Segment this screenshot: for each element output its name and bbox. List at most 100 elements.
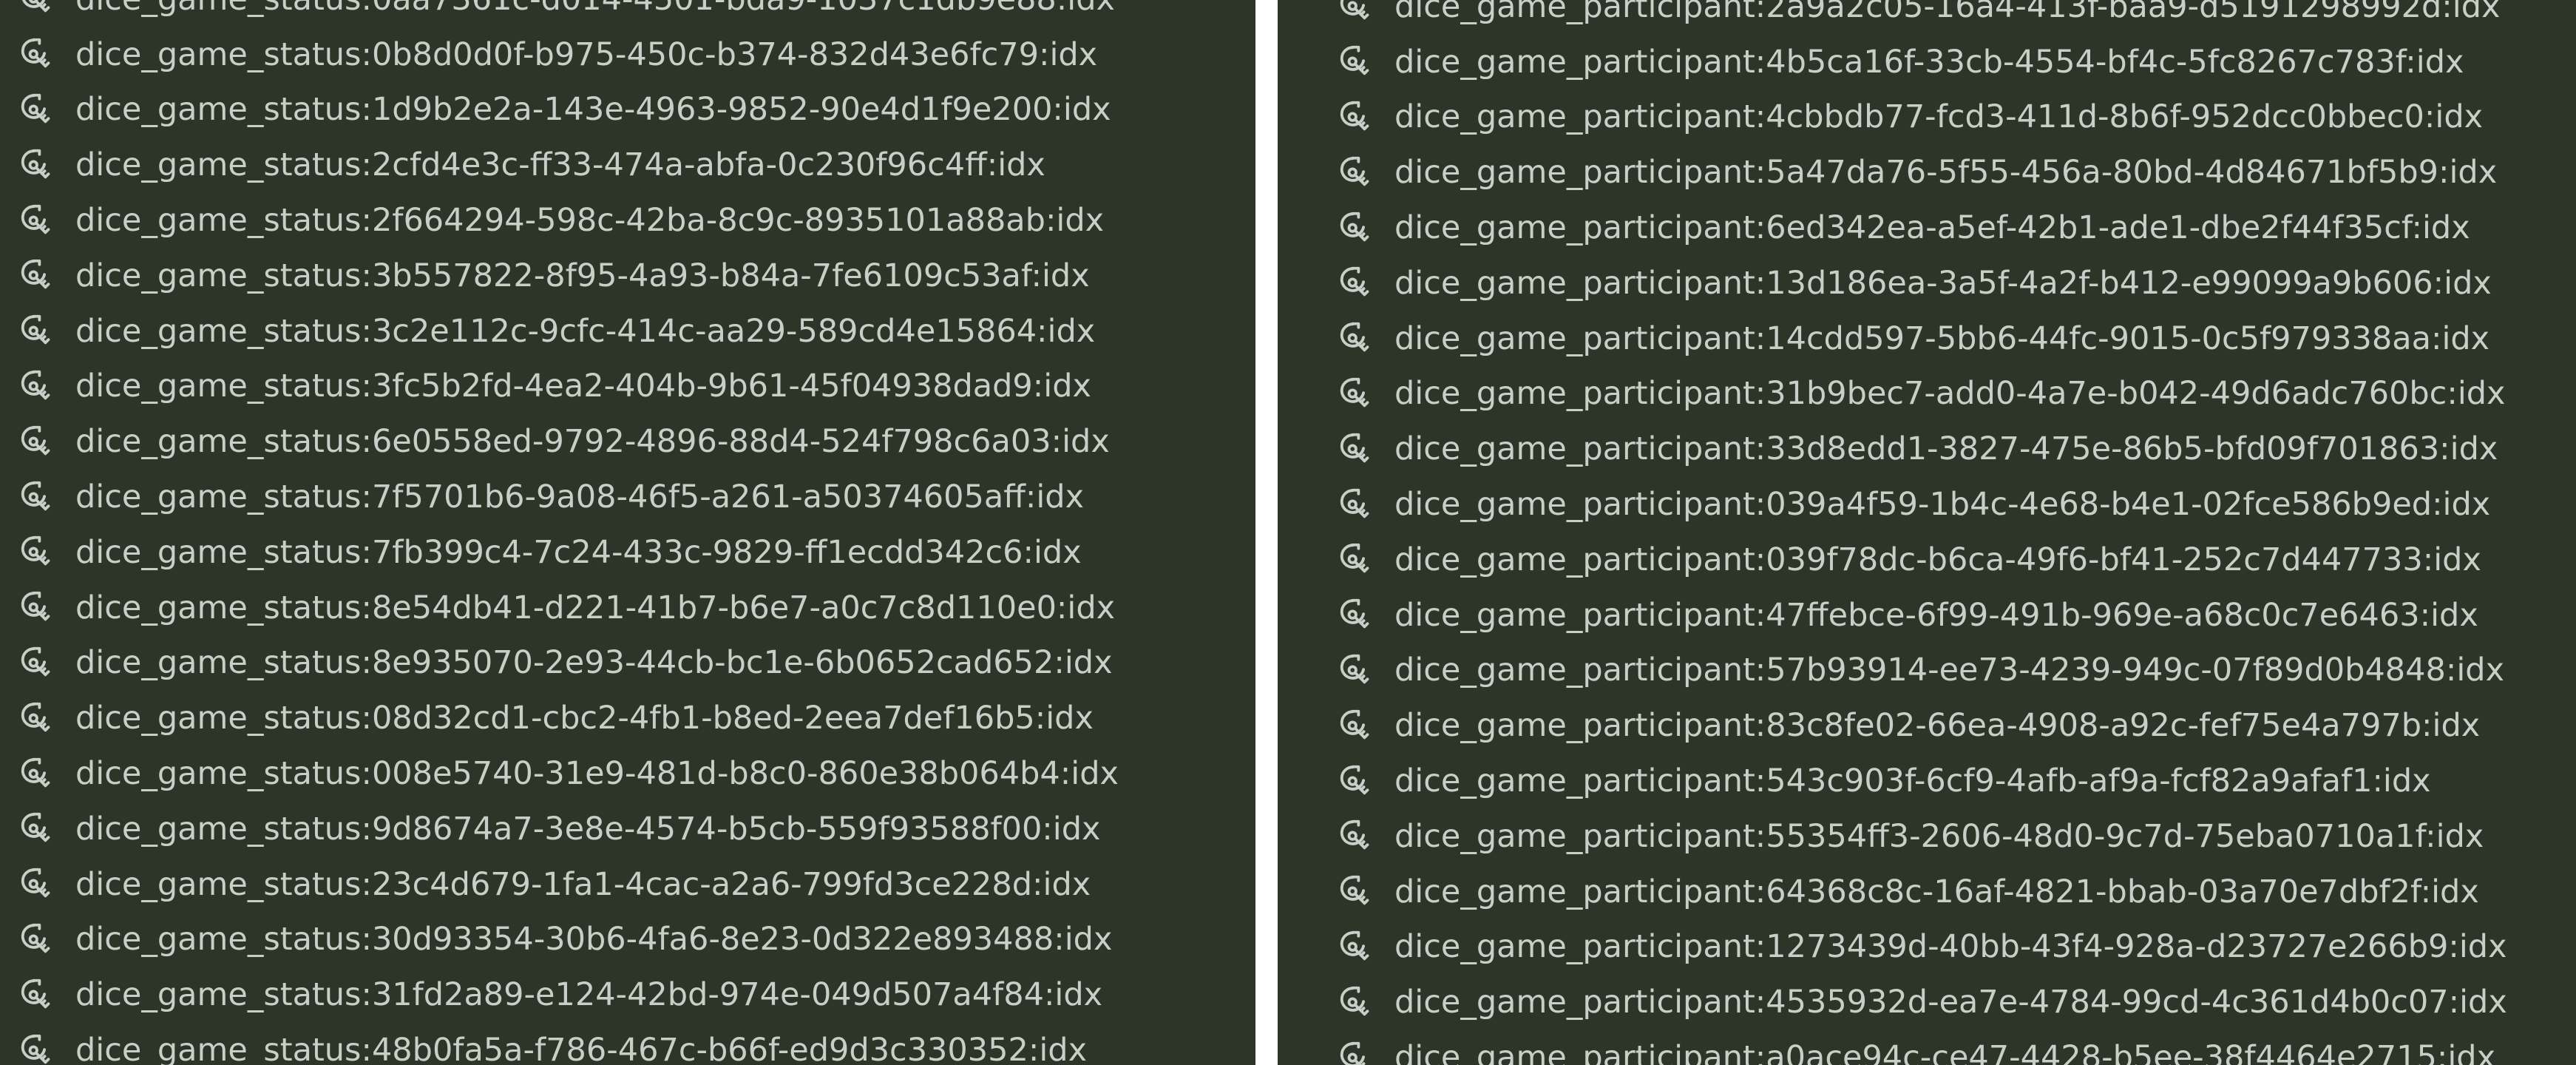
list-item[interactable]: dice_game_participant:57b93914-ee73-4239… <box>1278 643 2576 699</box>
key-icon <box>1337 373 1378 415</box>
key-name: dice_game_status:2f664294-598c-42ba-8c9c… <box>75 202 1105 240</box>
key-name: dice_game_participant:33d8edd1-3827-475e… <box>1394 430 2498 468</box>
key-name: dice_game_participant:1273439d-40bb-43f4… <box>1394 928 2507 966</box>
key-icon <box>18 34 59 75</box>
key-name: dice_game_participant:543c903f-6cf9-4afb… <box>1394 763 2431 800</box>
key-name: dice_game_participant:4b5ca16f-33cb-4554… <box>1394 43 2464 81</box>
key-name: dice_game_status:0aa7361c-d014-4501-bda9… <box>75 0 1115 16</box>
key-icon <box>18 255 59 297</box>
list-item[interactable]: dice_game_status:08d32cd1-cbc2-4fb1-b8ed… <box>0 691 1255 746</box>
list-item[interactable]: dice_game_status:48b0fa5a-f786-467c-b66f… <box>0 1023 1255 1065</box>
left-key-list-panel[interactable]: dice_game_status:0aa7361c-d014-4501-bda9… <box>0 0 1255 1065</box>
key-name: dice_game_status:3b557822-8f95-4a93-b84a… <box>75 257 1090 294</box>
key-name: dice_game_participant:4cbbdb77-fcd3-411d… <box>1394 98 2484 136</box>
key-icon <box>1337 263 1378 304</box>
list-item[interactable]: dice_game_status:3c2e112c-9cfc-414c-aa29… <box>0 304 1255 359</box>
key-icon <box>1337 816 1378 857</box>
list-item[interactable]: dice_game_status:7fb399c4-7c24-433c-9829… <box>0 525 1255 581</box>
key-icon <box>18 919 59 961</box>
key-icon <box>1337 152 1378 194</box>
list-item[interactable]: dice_game_participant:039a4f59-1b4c-4e68… <box>1278 477 2576 532</box>
list-item[interactable]: dice_game_participant:2a9a2c05-16a4-413f… <box>1278 0 2576 35</box>
key-name: dice_game_participant:a0ace94c-ce47-4428… <box>1394 1039 2496 1065</box>
key-icon <box>18 532 59 573</box>
list-item[interactable]: dice_game_participant:1273439d-40bb-43f4… <box>1278 920 2576 976</box>
key-icon <box>18 864 59 905</box>
key-icon <box>1337 650 1378 692</box>
list-item[interactable]: dice_game_status:3b557822-8f95-4a93-b84a… <box>0 248 1255 304</box>
key-icon <box>18 89 59 131</box>
list-item[interactable]: dice_game_status:0b8d0d0f-b975-450c-b374… <box>0 27 1255 83</box>
key-icon <box>18 145 59 186</box>
key-name: dice_game_participant:64368c8c-16af-4821… <box>1394 873 2479 910</box>
key-icon <box>1337 484 1378 526</box>
list-item[interactable]: dice_game_status:7f5701b6-9a08-46f5-a261… <box>0 470 1255 525</box>
list-item[interactable]: dice_game_participant:13d186ea-3a5f-4a2f… <box>1278 256 2576 311</box>
list-item[interactable]: dice_game_participant:a0ace94c-ce47-4428… <box>1278 1030 2576 1065</box>
key-icon <box>18 366 59 408</box>
list-item[interactable]: dice_game_participant:4cbbdb77-fcd3-411d… <box>1278 90 2576 146</box>
list-item[interactable]: dice_game_status:2cfd4e3c-ff33-474a-abfa… <box>0 138 1255 193</box>
key-icon <box>18 975 59 1016</box>
key-name: dice_game_participant:55354ff3-2606-48d0… <box>1394 817 2484 855</box>
key-name: dice_game_participant:47ffebce-6f99-491b… <box>1394 596 2478 634</box>
right-key-list-panel[interactable]: dice_game_participant:2a9a2c05-16a4-413f… <box>1278 0 2576 1065</box>
list-item[interactable]: dice_game_participant:039f78dc-b6ca-49f6… <box>1278 532 2576 588</box>
key-name: dice_game_participant:039f78dc-b6ca-49f6… <box>1394 541 2481 578</box>
key-name: dice_game_status:6e0558ed-9792-4896-88d4… <box>75 423 1110 461</box>
key-name: dice_game_status:3c2e112c-9cfc-414c-aa29… <box>75 312 1096 350</box>
key-icon <box>1337 595 1378 636</box>
list-item[interactable]: dice_game_participant:33d8edd1-3827-475e… <box>1278 422 2576 477</box>
key-name: dice_game_status:2cfd4e3c-ff33-474a-abfa… <box>75 146 1045 184</box>
key-icon <box>1337 927 1378 968</box>
key-name: dice_game_status:8e935070-2e93-44cb-bc1e… <box>75 644 1113 682</box>
list-item[interactable]: dice_game_status:9d8674a7-3e8e-4574-b5cb… <box>0 802 1255 857</box>
list-item[interactable]: dice_game_participant:47ffebce-6f99-491b… <box>1278 588 2576 643</box>
list-item[interactable]: dice_game_participant:543c903f-6cf9-4afb… <box>1278 754 2576 809</box>
list-item[interactable]: dice_game_status:2f664294-598c-42ba-8c9c… <box>0 193 1255 248</box>
list-item[interactable]: dice_game_participant:31b9bec7-add0-4a7e… <box>1278 367 2576 422</box>
key-name: dice_game_participant:31b9bec7-add0-4a7e… <box>1394 375 2506 413</box>
list-item[interactable]: dice_game_status:6e0558ed-9792-4896-88d4… <box>0 414 1255 470</box>
key-name: dice_game_participant:57b93914-ee73-4239… <box>1394 652 2505 689</box>
key-icon <box>18 311 59 352</box>
list-item[interactable]: dice_game_participant:64368c8c-16af-4821… <box>1278 865 2576 920</box>
key-icon <box>1337 429 1378 470</box>
list-item[interactable]: dice_game_participant:6ed342ea-a5ef-42b1… <box>1278 200 2576 256</box>
list-item[interactable]: dice_game_participant:55354ff3-2606-48d0… <box>1278 809 2576 865</box>
key-icon <box>18 200 59 242</box>
list-item[interactable]: dice_game_participant:14cdd597-5bb6-44fc… <box>1278 311 2576 367</box>
list-item[interactable]: dice_game_participant:83c8fe02-66ea-4908… <box>1278 698 2576 754</box>
list-item[interactable]: dice_game_status:31fd2a89-e124-42bd-974e… <box>0 967 1255 1023</box>
key-icon <box>18 1030 59 1065</box>
key-icon <box>1337 41 1378 83</box>
key-name: dice_game_participant:6ed342ea-a5ef-42b1… <box>1394 209 2470 247</box>
key-name: dice_game_status:8e54db41-d221-41b7-b6e7… <box>75 589 1116 626</box>
key-name: dice_game_participant:13d186ea-3a5f-4a2f… <box>1394 264 2492 302</box>
key-icon <box>1337 1038 1378 1065</box>
key-icon <box>18 0 59 20</box>
list-item[interactable]: dice_game_participant:5a47da76-5f55-456a… <box>1278 145 2576 200</box>
list-item[interactable]: dice_game_status:8e935070-2e93-44cb-bc1e… <box>0 636 1255 692</box>
list-item[interactable]: dice_game_status:3fc5b2fd-4ea2-404b-9b61… <box>0 359 1255 415</box>
key-icon <box>18 422 59 463</box>
list-item[interactable]: dice_game_status:23c4d679-1fa1-4cac-a2a6… <box>0 857 1255 913</box>
list-item[interactable]: dice_game_status:30d93354-30b6-4fa6-8e23… <box>0 913 1255 968</box>
key-icon <box>18 587 59 629</box>
list-item[interactable]: dice_game_status:1d9b2e2a-143e-4963-9852… <box>0 83 1255 138</box>
key-name: dice_game_participant:039a4f59-1b4c-4e68… <box>1394 486 2491 524</box>
key-icon <box>18 477 59 518</box>
list-item[interactable]: dice_game_participant:4535932d-ea7e-4784… <box>1278 975 2576 1030</box>
key-name: dice_game_participant:5a47da76-5f55-456a… <box>1394 154 2498 192</box>
key-icon <box>1337 761 1378 802</box>
key-name: dice_game_status:7fb399c4-7c24-433c-9829… <box>75 533 1082 571</box>
list-item[interactable]: dice_game_status:0aa7361c-d014-4501-bda9… <box>0 0 1255 27</box>
key-icon <box>18 698 59 740</box>
key-name: dice_game_status:008e5740-31e9-481d-b8c0… <box>75 755 1119 793</box>
list-item[interactable]: dice_game_status:008e5740-31e9-481d-b8c0… <box>0 746 1255 802</box>
key-name: dice_game_status:30d93354-30b6-4fa6-8e23… <box>75 921 1113 958</box>
list-item[interactable]: dice_game_status:8e54db41-d221-41b7-b6e7… <box>0 581 1255 636</box>
screen: dice_game_status:0aa7361c-d014-4501-bda9… <box>0 0 2576 1065</box>
key-name: dice_game_participant:83c8fe02-66ea-4908… <box>1394 707 2481 745</box>
list-item[interactable]: dice_game_participant:4b5ca16f-33cb-4554… <box>1278 35 2576 90</box>
